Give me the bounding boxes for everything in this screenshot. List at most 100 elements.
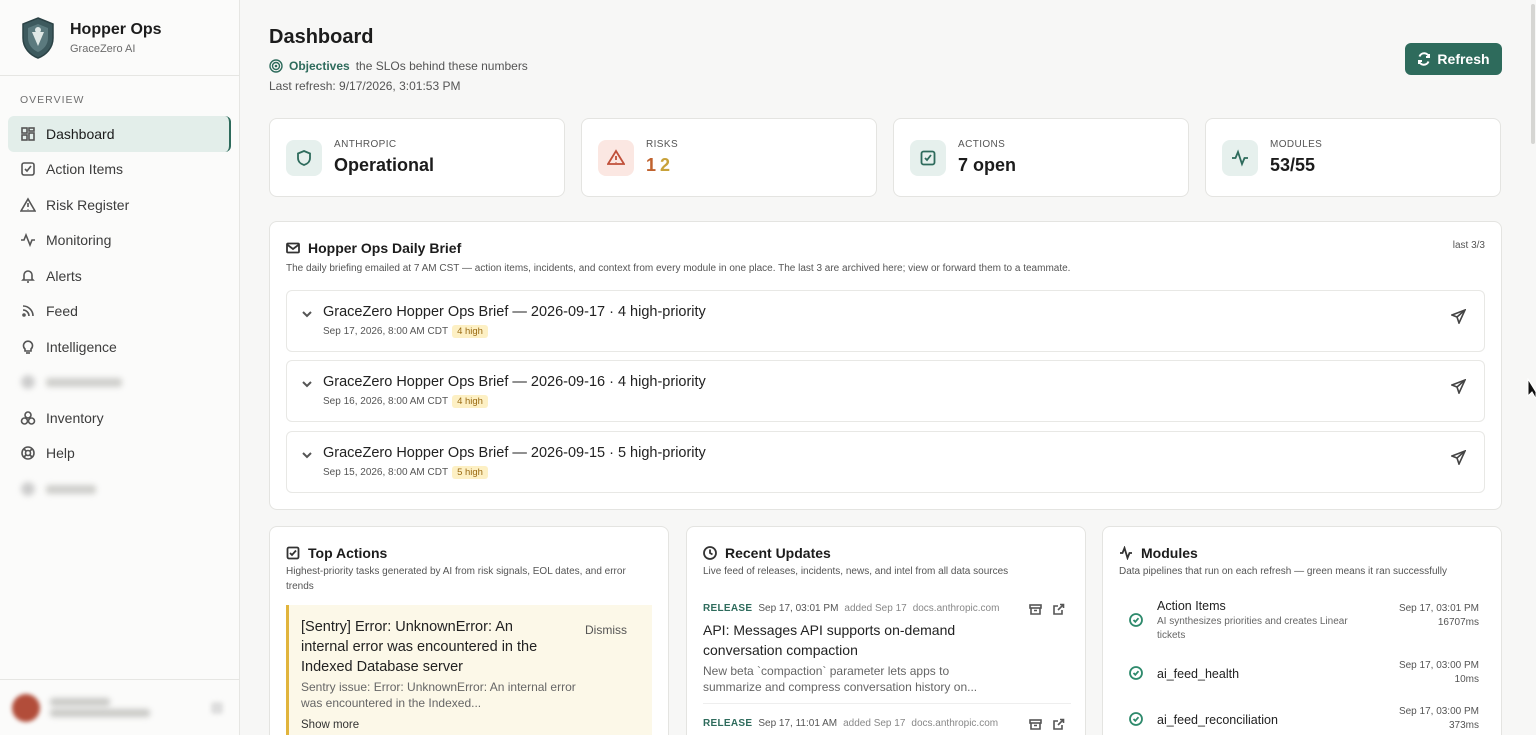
- sidebar-item-label: Intelligence: [46, 338, 117, 355]
- user-info-blurred: [50, 695, 150, 720]
- brief-count: last 3/3: [1452, 240, 1485, 251]
- mail-icon: [286, 242, 300, 254]
- module-name: ai_feed_health: [1157, 667, 1240, 681]
- module-description: AI synthesizes priorities and creates Li…: [1157, 616, 1348, 641]
- brand[interactable]: Hopper Ops GraceZero AI: [0, 0, 239, 76]
- modules-title: Modules: [1141, 545, 1198, 561]
- update-added: added Sep 17: [843, 718, 906, 729]
- bell-icon: [20, 268, 36, 284]
- priority-badge: 5 high: [452, 466, 488, 479]
- sidebar-item-blurred[interactable]: [8, 365, 231, 401]
- sidebar-item-risk-register[interactable]: Risk Register: [8, 187, 231, 223]
- brief-title: Hopper Ops Daily Brief: [308, 240, 462, 256]
- brief-item-date: Sep 15, 2026, 8:00 AM CDT: [323, 467, 449, 478]
- update-source: docs.anthropic.com: [911, 718, 999, 729]
- modules-heading: Modules: [1119, 545, 1198, 561]
- send-icon[interactable]: [1449, 308, 1467, 326]
- module-time: Sep 17, 03:01 PM: [1398, 603, 1479, 614]
- brief-item[interactable]: GraceZero Hopper Ops Brief — 2026-09-15 …: [286, 431, 1485, 493]
- send-icon[interactable]: [1449, 449, 1467, 467]
- scrollbar-thumb[interactable]: [1531, 4, 1535, 144]
- sidebar-item-label: Action Items: [46, 161, 124, 178]
- brief-description: The daily briefing emailed at 7 AM CST —…: [286, 263, 1071, 274]
- sidebar-item-monitoring[interactable]: Monitoring: [8, 223, 231, 259]
- stat-value: Operational: [334, 155, 435, 175]
- stat-card-risks[interactable]: RISKS 12: [581, 118, 877, 197]
- daily-brief-panel: Hopper Ops Daily Brief last 3/3 The dail…: [269, 221, 1502, 510]
- sidebar-item-blurred[interactable]: [8, 471, 231, 507]
- refresh-label: Refresh: [1437, 51, 1490, 67]
- warning-icon: [598, 139, 634, 176]
- blurred-icon: [20, 374, 36, 390]
- module-duration: 10ms: [1454, 674, 1479, 685]
- archive-icon[interactable]: [1029, 603, 1042, 616]
- recent-updates-title: Recent Updates: [725, 545, 831, 561]
- sidebar-item-feed[interactable]: Feed: [8, 294, 231, 330]
- brief-item-date: Sep 17, 2026, 8:00 AM CDT: [323, 326, 449, 337]
- stat-card-actions[interactable]: ACTIONS 7 open: [893, 118, 1189, 197]
- risk-count-high: 2: [660, 155, 671, 175]
- rss-icon: [20, 303, 36, 319]
- objectives-row: Objectives the SLOs behind these numbers: [269, 59, 528, 73]
- update-item[interactable]: RELEASE Sep 17, 11:01 AM added Sep 17 do…: [703, 718, 1071, 731]
- stat-label: ANTHROPIC: [334, 139, 397, 150]
- check-circle-icon: [1129, 613, 1143, 627]
- refresh-button[interactable]: Refresh: [1405, 43, 1502, 75]
- chevron-down-icon[interactable]: [301, 307, 313, 319]
- module-time: Sep 17, 03:00 PM: [1398, 706, 1479, 717]
- stat-label: RISKS: [646, 139, 679, 150]
- sidebar-item-help[interactable]: Help: [8, 436, 231, 472]
- dismiss-button[interactable]: Dismiss: [585, 623, 627, 637]
- grid-icon: [20, 126, 36, 142]
- priority-badge: 4 high: [452, 325, 488, 338]
- user-menu[interactable]: [0, 679, 239, 735]
- clock-icon: [703, 546, 717, 560]
- sidebar-item-label: [46, 374, 122, 390]
- archive-icon[interactable]: [1029, 718, 1042, 731]
- action-card[interactable]: [Sentry] Error: UnknownError: An interna…: [286, 605, 652, 735]
- checkbox-icon: [20, 161, 36, 177]
- external-link-icon[interactable]: [1052, 718, 1065, 731]
- show-more-link[interactable]: Show more: [301, 719, 359, 731]
- stat-card-anthropic[interactable]: ANTHROPIC Operational: [269, 118, 565, 197]
- sidebar-item-action-items[interactable]: Action Items: [8, 152, 231, 188]
- send-icon[interactable]: [1449, 378, 1467, 396]
- brief-item-meta: Sep 17, 2026, 8:00 AM CDT 4 high: [323, 325, 488, 338]
- objectives-link[interactable]: Objectives: [289, 59, 350, 73]
- sidebar: Hopper Ops GraceZero AI OVERVIEW Dashboa…: [0, 0, 240, 735]
- brief-item-meta: Sep 15, 2026, 8:00 AM CDT 5 high: [323, 466, 488, 479]
- update-tag: RELEASE: [703, 718, 753, 729]
- stat-card-modules[interactable]: MODULES 53/55: [1205, 118, 1501, 197]
- boxes-icon: [20, 410, 36, 426]
- sidebar-item-label: Feed: [46, 303, 78, 320]
- stat-label: ACTIONS: [958, 139, 1006, 150]
- brief-item[interactable]: GraceZero Hopper Ops Brief — 2026-09-17 …: [286, 290, 1485, 352]
- divider: [703, 703, 1071, 704]
- update-item[interactable]: RELEASE Sep 17, 03:01 PM added Sep 17 do…: [703, 603, 1071, 695]
- stat-value: 12: [646, 155, 678, 176]
- objectives-text: the SLOs behind these numbers: [355, 59, 528, 73]
- external-link-icon[interactable]: [1052, 603, 1065, 616]
- stat-label: MODULES: [1270, 139, 1323, 150]
- stat-value: 7 open: [958, 155, 1017, 175]
- chevron-down-icon[interactable]: [301, 448, 313, 460]
- shield-icon: [286, 139, 322, 176]
- module-timing: Sep 17, 03:01 PM 16707ms: [1399, 602, 1479, 630]
- blurred-icon: [20, 481, 36, 497]
- recent-updates-heading: Recent Updates: [703, 545, 831, 561]
- sidebar-item-inventory[interactable]: Inventory: [8, 400, 231, 436]
- update-date: Sep 17, 11:01 AM: [758, 718, 838, 729]
- sidebar-item-intelligence[interactable]: Intelligence: [8, 329, 231, 365]
- last-refresh: Last refresh: 9/17/2026, 3:01:53 PM: [269, 79, 461, 93]
- update-title[interactable]: API: Messages API supports on-demand con…: [703, 620, 1003, 660]
- recent-updates-description: Live feed of releases, incidents, news, …: [703, 566, 1009, 577]
- update-source: docs.anthropic.com: [912, 603, 1000, 614]
- sidebar-item-dashboard[interactable]: Dashboard: [8, 116, 231, 152]
- page-scrollbar[interactable]: [1530, 0, 1536, 735]
- brief-item[interactable]: GraceZero Hopper Ops Brief — 2026-09-16 …: [286, 360, 1485, 422]
- chevron-down-icon[interactable]: [301, 377, 313, 389]
- module-timing: Sep 17, 03:00 PM 373ms: [1399, 705, 1479, 733]
- sidebar-item-alerts[interactable]: Alerts: [8, 258, 231, 294]
- update-actions: [1019, 603, 1065, 616]
- brief-item-date: Sep 16, 2026, 8:00 AM CDT: [323, 396, 449, 407]
